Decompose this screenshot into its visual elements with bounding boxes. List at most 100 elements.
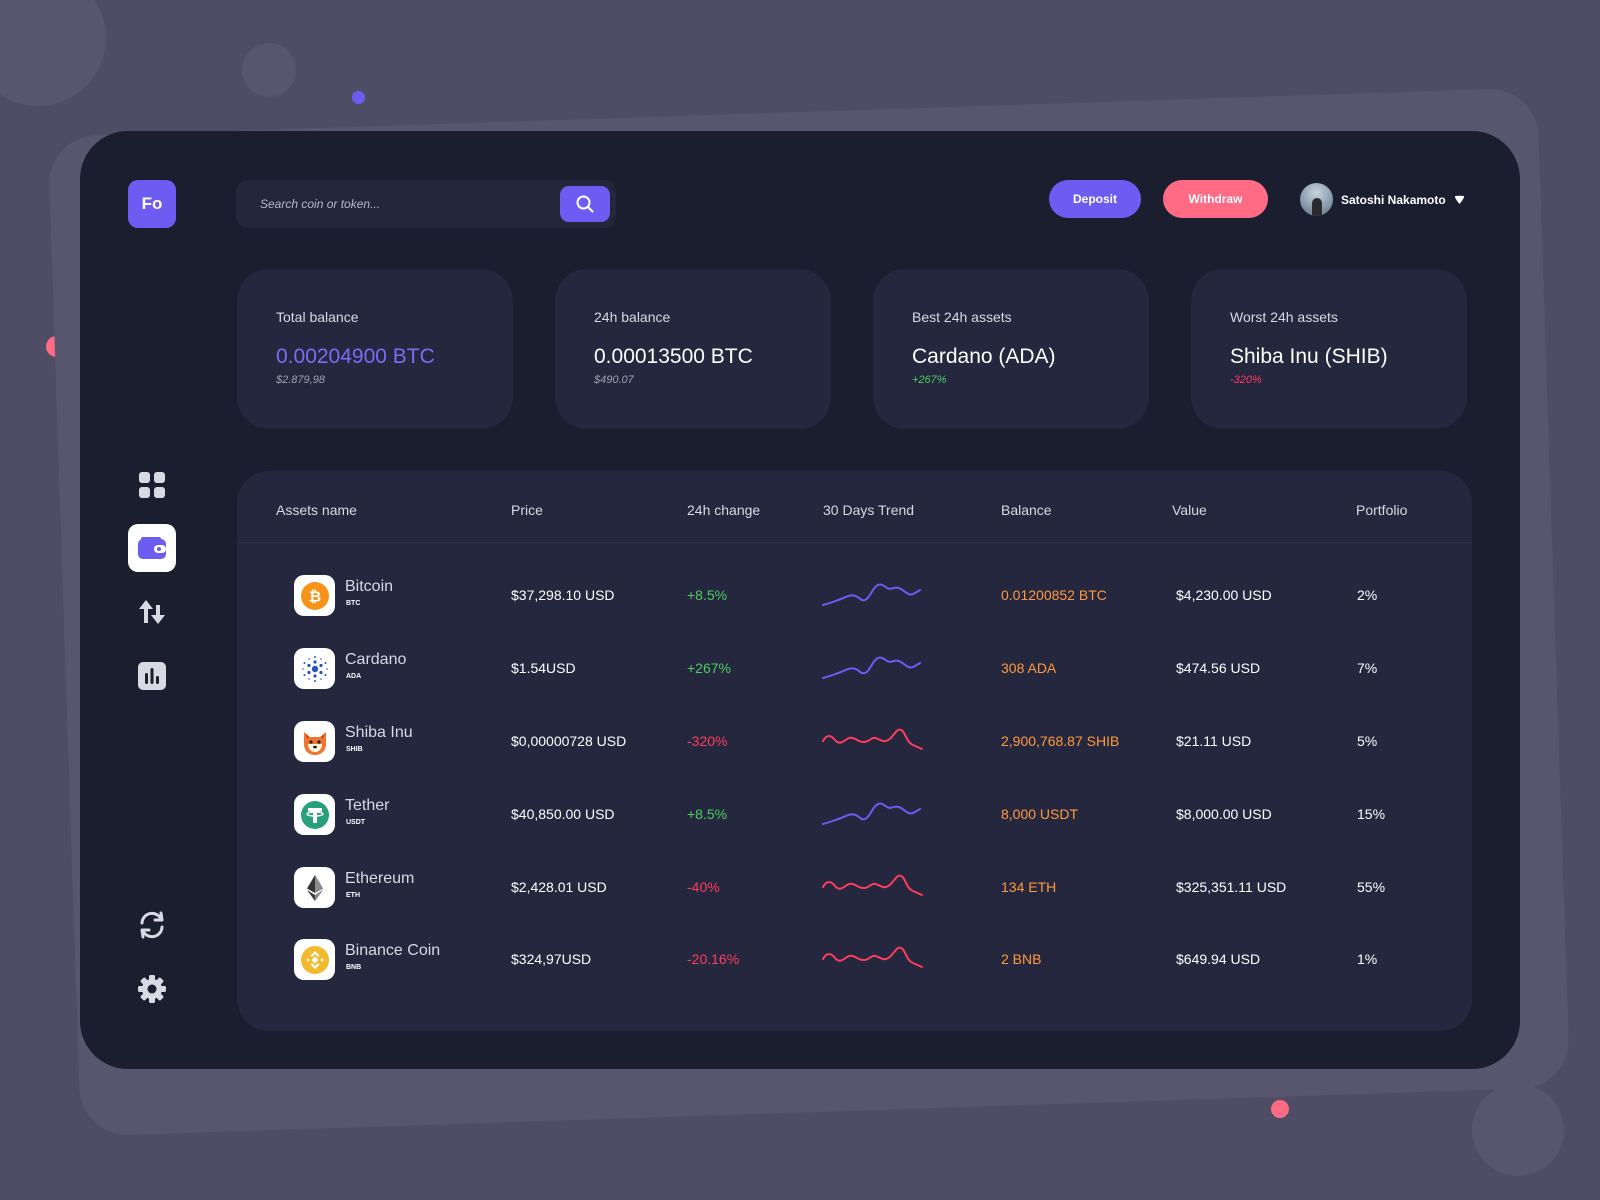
change-cell: -20.16% bbox=[687, 951, 740, 967]
value-cell: $4,230.00 USD bbox=[1176, 587, 1272, 603]
bar-chart-icon bbox=[138, 662, 166, 690]
decor-circle bbox=[0, 0, 106, 106]
app-window: Fo Search coin or token... Deposit Withd… bbox=[80, 131, 1520, 1069]
sparkline-down bbox=[822, 946, 923, 968]
sync-button[interactable] bbox=[128, 901, 176, 949]
search-icon bbox=[576, 195, 594, 213]
portfolio-cell: 7% bbox=[1357, 660, 1378, 676]
coin-symbol: BNB bbox=[346, 964, 362, 971]
column-header-asset[interactable]: Assets name bbox=[276, 502, 357, 518]
coin-symbol: ADA bbox=[346, 673, 362, 680]
deposit-button[interactable]: Deposit bbox=[1049, 180, 1141, 218]
coin-logo bbox=[294, 648, 335, 689]
stat-label: Worst 24h assets bbox=[1230, 309, 1338, 325]
stat-label: Best 24h assets bbox=[912, 309, 1012, 325]
table-row[interactable]: Tether USDT $40,850.00 USD +8.5% 8,000 U… bbox=[237, 778, 1472, 850]
coin-symbol: ETH bbox=[346, 892, 360, 899]
change-cell: +8.5% bbox=[687, 806, 728, 822]
change-cell: +267% bbox=[687, 660, 731, 676]
app-logo[interactable]: Fo bbox=[128, 180, 176, 228]
search-button[interactable] bbox=[560, 186, 610, 222]
column-header-price[interactable]: Price bbox=[511, 502, 543, 518]
tether-icon bbox=[300, 800, 329, 829]
balance-cell: 0.01200852 BTC bbox=[1001, 587, 1107, 603]
withdraw-button[interactable]: Withdraw bbox=[1163, 180, 1268, 218]
table-row[interactable]: Shiba Inu SHIB $0,00000728 USD -320% 2,9… bbox=[237, 705, 1472, 777]
price-cell: $1.54USD bbox=[511, 660, 576, 676]
user-name: Satoshi Nakamoto bbox=[1341, 192, 1446, 207]
svg-text:₿: ₿ bbox=[308, 587, 320, 605]
search-bar: Search coin or token... bbox=[236, 180, 616, 228]
avatar bbox=[1300, 183, 1333, 216]
change-cell: -320% bbox=[687, 733, 728, 749]
stat-value: Shiba Inu (SHIB) bbox=[1230, 345, 1388, 368]
coin-logo bbox=[294, 939, 335, 980]
table-row[interactable]: Cardano ADA $1.54USD +267% 308 ADA $474.… bbox=[237, 632, 1472, 704]
price-cell: $0,00000728 USD bbox=[511, 733, 627, 749]
coin-symbol: BTC bbox=[346, 600, 361, 607]
shiba-inu-icon bbox=[303, 731, 326, 755]
column-header-portfolio[interactable]: Portfolio bbox=[1356, 502, 1407, 518]
sidebar-item-stats[interactable] bbox=[128, 652, 176, 700]
column-header-trend[interactable]: 30 Days Trend bbox=[823, 502, 914, 518]
price-cell: $324,97USD bbox=[511, 951, 592, 967]
stat-card-worst-assets: Worst 24h assets Shiba Inu (SHIB) -320% bbox=[1191, 269, 1467, 429]
decor-circle bbox=[242, 43, 296, 97]
stat-card-best-assets: Best 24h assets Cardano (ADA) +267% bbox=[873, 269, 1149, 429]
column-header-balance[interactable]: Balance bbox=[1001, 502, 1052, 518]
value-cell: $649.94 USD bbox=[1176, 951, 1261, 967]
coin-logo bbox=[294, 867, 335, 908]
stat-label: 24h balance bbox=[594, 309, 671, 325]
user-menu[interactable]: Satoshi Nakamoto bbox=[1300, 183, 1465, 216]
settings-button[interactable] bbox=[128, 965, 176, 1013]
stat-sub: +267% bbox=[912, 374, 947, 386]
portfolio-cell: 2% bbox=[1357, 587, 1378, 603]
change-cell: -40% bbox=[687, 879, 720, 895]
value-cell: $325,351.11 USD bbox=[1176, 879, 1287, 895]
portfolio-cell: 15% bbox=[1357, 806, 1386, 822]
portfolio-cell: 1% bbox=[1357, 951, 1378, 967]
decor-dot bbox=[352, 91, 365, 104]
table-row[interactable]: Ethereum ETH $2,428.01 USD -40% 134 ETH … bbox=[237, 851, 1472, 923]
portfolio-cell: 55% bbox=[1357, 879, 1386, 895]
sparkline-up bbox=[822, 802, 921, 825]
sidebar-item-wallet[interactable] bbox=[128, 524, 176, 572]
balance-cell: 308 ADA bbox=[1001, 660, 1057, 676]
coin-logo bbox=[294, 794, 335, 835]
column-header-change[interactable]: 24h change bbox=[687, 502, 760, 518]
stat-sub: -320% bbox=[1230, 374, 1262, 386]
coin-name: Shiba Inu bbox=[345, 724, 413, 741]
avatar-figure bbox=[1311, 198, 1322, 216]
column-header-value[interactable]: Value bbox=[1172, 502, 1207, 518]
sparkline-down bbox=[822, 874, 923, 896]
sidebar-item-dashboard[interactable] bbox=[128, 461, 176, 509]
coin-name: Cardano bbox=[345, 651, 407, 668]
portfolio-cell: 5% bbox=[1357, 733, 1378, 749]
decor-circle bbox=[1472, 1084, 1564, 1176]
table-row[interactable]: Binance Coin BNB $324,97USD -20.16% 2 BN… bbox=[237, 923, 1472, 995]
sidebar-item-exchange[interactable] bbox=[128, 588, 176, 636]
balance-cell: 134 ETH bbox=[1001, 879, 1057, 895]
stat-sub: $2.879,98 bbox=[276, 374, 325, 386]
stat-card-24h-balance: 24h balance 0.00013500 BTC $490.07 bbox=[555, 269, 831, 429]
stat-value: 0.00013500 BTC bbox=[594, 345, 753, 368]
price-cell: $40,850.00 USD bbox=[511, 806, 615, 822]
value-cell: $21.11 USD bbox=[1176, 733, 1252, 749]
coin-name: Tether bbox=[345, 797, 390, 814]
coin-name: Binance Coin bbox=[345, 942, 441, 959]
coin-name: Ethereum bbox=[345, 870, 415, 887]
balance-cell: 8,000 USDT bbox=[1001, 806, 1079, 822]
value-cell: $474.56 USD bbox=[1176, 660, 1261, 676]
search-input[interactable]: Search coin or token... bbox=[260, 197, 380, 211]
coin-name: Bitcoin bbox=[345, 578, 394, 595]
decor-dot bbox=[1271, 1100, 1289, 1118]
table-row[interactable]: ₿ Bitcoin BTC $37,298.10 USD +8.5% 0.012… bbox=[237, 559, 1472, 631]
coin-symbol: USDT bbox=[346, 819, 366, 826]
assets-table: Assets name Price 24h change 30 Days Tre… bbox=[237, 471, 1472, 1031]
price-cell: $2,428.01 USD bbox=[511, 879, 607, 895]
cardano-icon bbox=[301, 655, 328, 682]
chevron-down-icon bbox=[1454, 195, 1464, 204]
coin-logo: ₿ bbox=[294, 575, 335, 616]
value-cell: $8,000.00 USD bbox=[1176, 806, 1272, 822]
coin-logo bbox=[294, 721, 335, 762]
